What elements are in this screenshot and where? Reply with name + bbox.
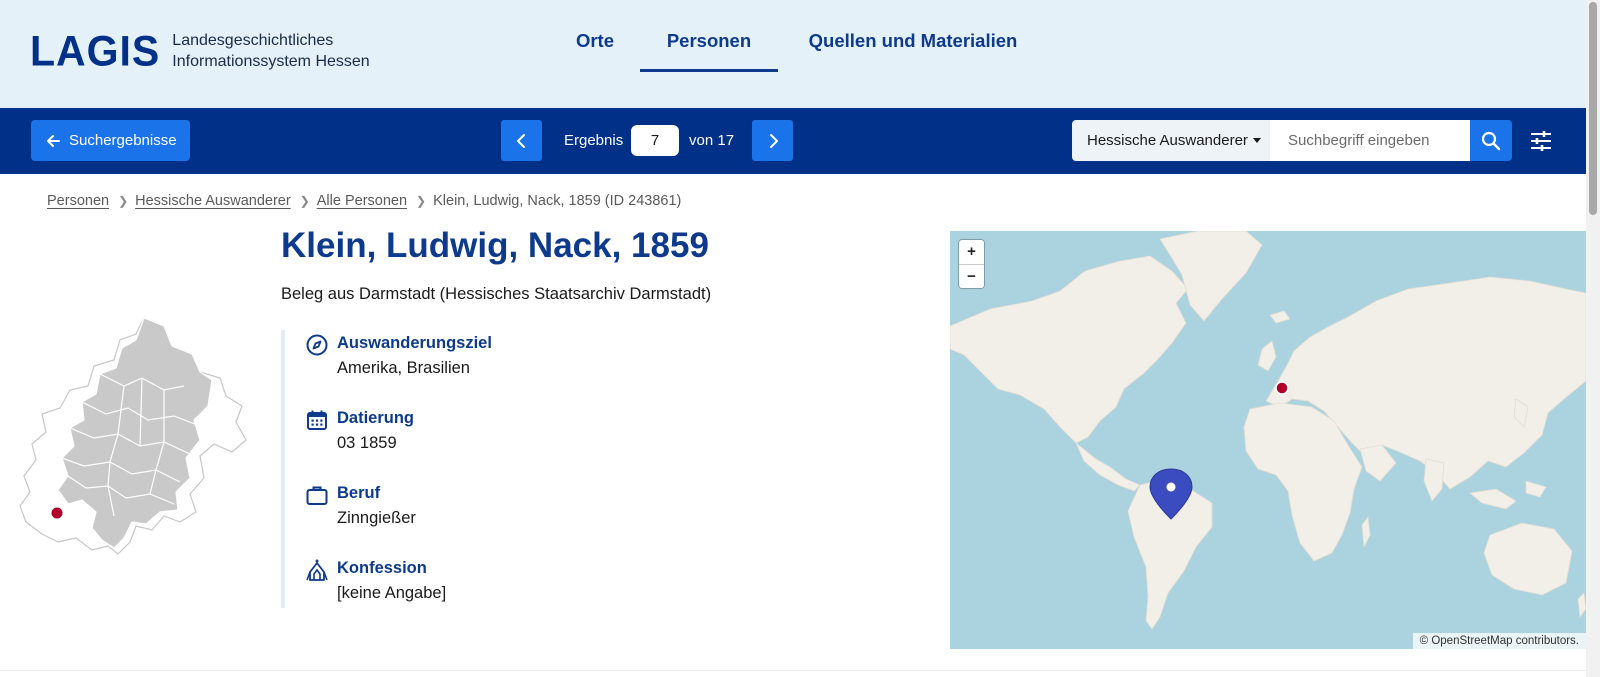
logo-subtitle-line2: Informationssystem Hessen <box>172 53 370 70</box>
church-icon <box>306 559 328 581</box>
map-zoom-controls: + − <box>959 240 984 288</box>
record-source: Beleg aus Darmstadt (Hessisches Staatsar… <box>281 285 712 303</box>
chevron-left-icon <box>516 133 525 148</box>
next-result-button[interactable] <box>752 120 793 161</box>
fact-label: Datierung <box>337 409 415 427</box>
zoom-in-button[interactable]: + <box>959 240 984 264</box>
world-basemap <box>950 231 1586 630</box>
chevron-right-icon: ❯ <box>299 194 310 208</box>
record-title: Klein, Ludwig, Nack, 1859 <box>281 226 709 265</box>
fact-label: Konfession <box>337 559 427 577</box>
search-scope-value: Hessische Auswanderer <box>1087 132 1248 149</box>
logo-subtitle: Landesgeschichtliches Informationssystem… <box>172 30 369 72</box>
previous-result-button[interactable] <box>501 120 542 161</box>
page: LAGIS Landesgeschichtliches Informations… <box>0 0 1600 677</box>
fact-label: Auswanderungsziel <box>337 334 492 352</box>
breadcrumb-current: Klein, Ludwig, Nack, 1859 (ID 243861) <box>433 193 682 209</box>
result-toolbar: Suchergebnisse Ergebnis von 17 Hessische… <box>0 108 1586 174</box>
result-total-label: von 17 <box>689 132 735 149</box>
result-number-input[interactable] <box>631 125 679 156</box>
fact-value: 03 1859 <box>337 434 397 452</box>
sliders-icon <box>1531 131 1551 151</box>
attribution-osm-link[interactable]: OpenStreetMap <box>1431 635 1512 647</box>
hessen-locator-map <box>19 317 247 555</box>
chevron-right-icon: ❯ <box>416 194 427 208</box>
site-header: LAGIS Landesgeschichtliches Informations… <box>0 0 1586 108</box>
main-nav: Orte Personen Quellen und Materialien <box>560 0 1028 108</box>
result-label: Ergebnis <box>564 132 624 149</box>
fact-value: Zinngießer <box>337 509 416 527</box>
breadcrumb-link-hessische-auswanderer[interactable]: Hessische Auswanderer <box>135 193 291 209</box>
breadcrumb-link-alle-personen[interactable]: Alle Personen <box>317 193 407 209</box>
record-facts: Auswanderungsziel Amerika, Brasilien Dat… <box>281 330 701 608</box>
scrollbar-thumb[interactable] <box>1589 2 1597 215</box>
map-attribution: © OpenStreetMap contributors. <box>1412 633 1586 649</box>
logo-subtitle-line1: Landesgeschichtliches <box>172 32 334 49</box>
search-icon <box>1481 131 1501 150</box>
breadcrumb: Personen ❯ Hessische Auswanderer ❯ Alle … <box>47 193 681 209</box>
calendar-icon <box>307 410 327 430</box>
fact-value: [keine Angabe] <box>337 584 447 602</box>
search-input[interactable] <box>1270 120 1470 161</box>
back-to-results-label: Suchergebnisse <box>69 132 177 149</box>
nav-quellen-und-materialien[interactable]: Quellen und Materialien <box>798 0 1028 72</box>
search-bar: Hessische Auswanderer <box>1072 120 1512 161</box>
emigration-map[interactable]: + − © OpenStreetMap contributors. <box>950 231 1586 649</box>
briefcase-icon <box>306 486 328 505</box>
origin-location-marker <box>51 507 63 519</box>
origin-marker[interactable] <box>1275 381 1289 395</box>
attribution-prefix: © <box>1419 635 1432 647</box>
arrow-left-icon <box>47 134 60 147</box>
nav-orte[interactable]: Orte <box>560 0 630 72</box>
divider <box>0 670 1586 671</box>
chevron-right-icon: ❯ <box>118 194 129 208</box>
logo-wordmark: LAGIS <box>30 26 161 76</box>
compass-icon <box>306 334 328 356</box>
attribution-suffix: contributors. <box>1512 635 1579 647</box>
zoom-out-button[interactable]: − <box>959 264 984 288</box>
site-logo[interactable]: LAGIS Landesgeschichtliches Informations… <box>30 26 370 76</box>
fact-value: Amerika, Brasilien <box>337 359 470 377</box>
fact-label: Beruf <box>337 484 381 502</box>
breadcrumb-link-personen[interactable]: Personen <box>47 193 109 209</box>
back-to-results-button[interactable]: Suchergebnisse <box>31 120 190 161</box>
page-scrollbar[interactable] <box>1586 0 1600 677</box>
search-scope-dropdown[interactable]: Hessische Auswanderer <box>1072 120 1270 161</box>
search-button[interactable] <box>1470 120 1512 161</box>
chevron-right-icon <box>769 133 778 148</box>
filter-settings-button[interactable] <box>1528 128 1554 154</box>
nav-personen[interactable]: Personen <box>640 0 778 72</box>
caret-down-icon <box>1252 138 1261 143</box>
